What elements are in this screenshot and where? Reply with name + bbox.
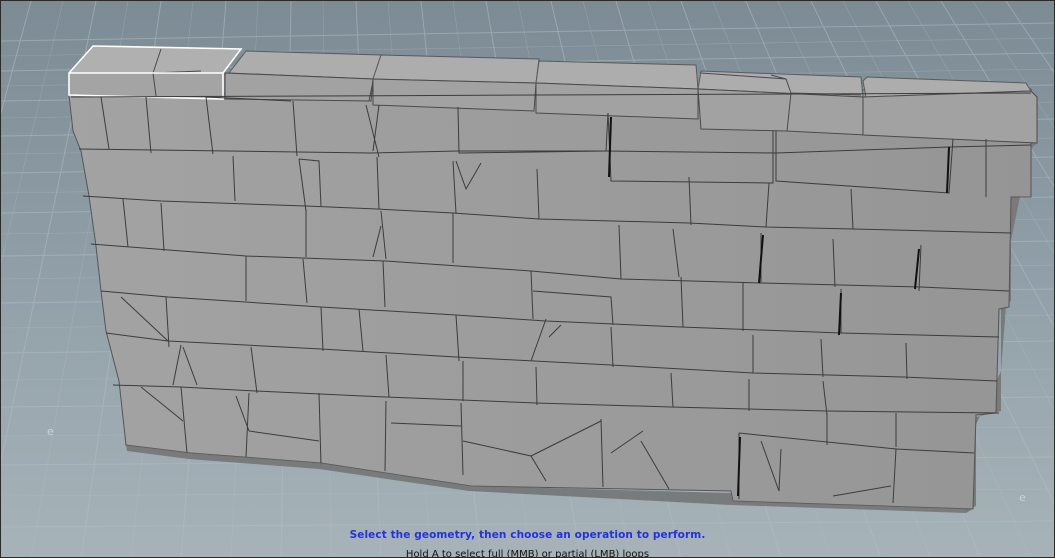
capstone-front-5[interactable] xyxy=(697,88,867,136)
viewport-scene[interactable] xyxy=(1,1,1055,558)
3d-viewport[interactable]: e e Select the geometry, then choose an … xyxy=(0,0,1055,558)
status-sub-instruction: Hold A to select full (MMB) or partial (… xyxy=(405,549,650,558)
grid-origin-marker-right: e xyxy=(1019,491,1026,504)
status-instruction: Select the geometry, then choose an oper… xyxy=(349,529,706,541)
capstone-front-6[interactable] xyxy=(862,90,1038,144)
capstone-top-3[interactable] xyxy=(372,54,540,84)
capstone-front-4[interactable] xyxy=(535,82,699,120)
capstone-top-1[interactable] xyxy=(67,45,242,74)
grid-origin-marker-left: e xyxy=(47,425,54,438)
